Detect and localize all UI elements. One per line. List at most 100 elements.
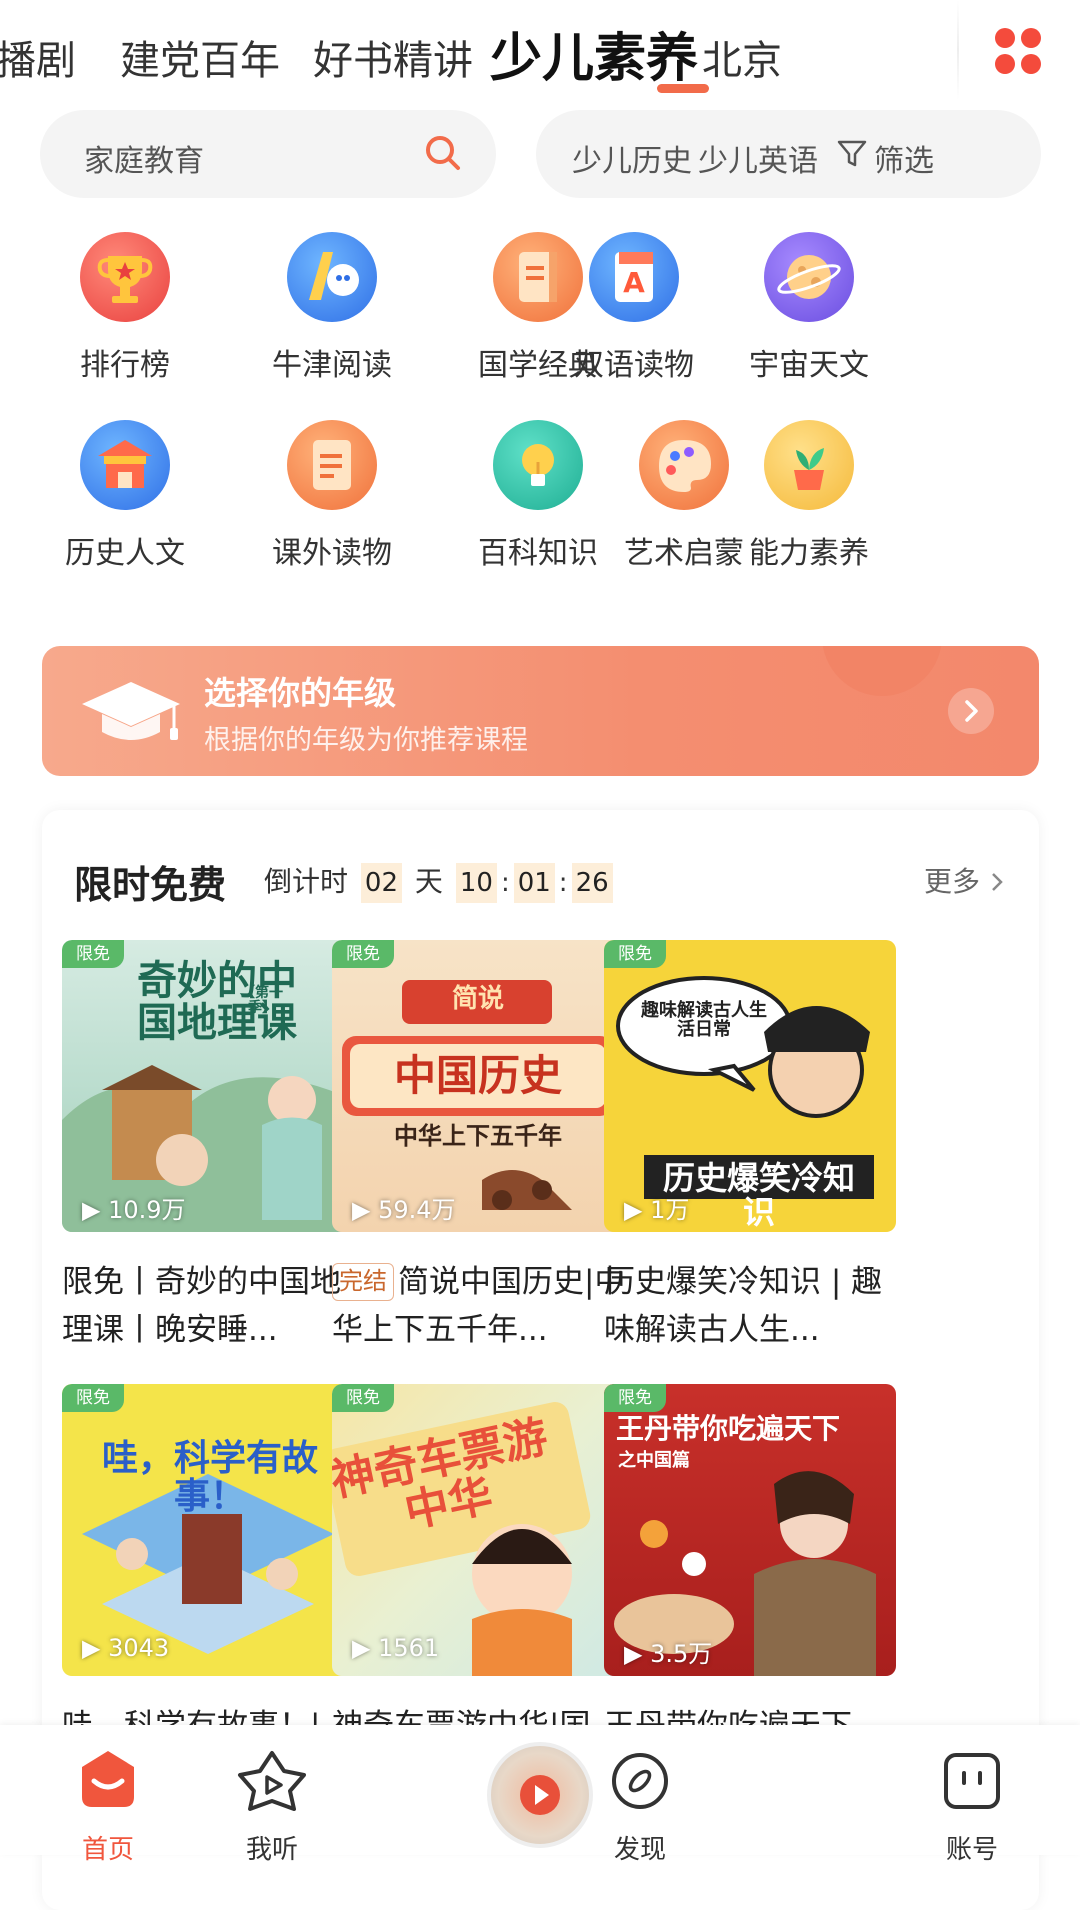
quick-filter-bar: 少儿历史 少儿英语 筛选 — [536, 110, 1041, 198]
nav-my-listening-label: 我听 — [245, 1835, 298, 1865]
play-count-value: 59.4万 — [378, 1196, 456, 1224]
category-oxford-reading[interactable]: 牛津阅读 — [237, 228, 427, 388]
play-count-value: 1万 — [650, 1196, 690, 1224]
grade-selection-banner[interactable]: 选择你的年级 根据你的年级为你推荐课程 — [42, 646, 1039, 776]
category-ability-literacy[interactable]: 能力素养 — [714, 416, 904, 576]
nav-discover-label: 发现 — [613, 1835, 666, 1865]
oxford-reading-icon — [287, 232, 377, 322]
course-title: 历史爆笑冷知识 | 趣味解读古人生... — [604, 1264, 883, 1348]
tab-kids-literacy[interactable]: 少儿素养 — [490, 16, 698, 91]
cover-title: 中国历史 — [393, 1051, 562, 1100]
free-tag: 限免 — [332, 1384, 394, 1412]
countdown-seconds: 26 — [571, 863, 613, 903]
course-card-food-tour[interactable]: 王丹带你吃遍天下 之中国篇 限免 ▶ 3.5万 王丹带你吃遍天下 — [604, 1384, 896, 1744]
cover-title: 哇，科学有故事！ — [101, 1438, 318, 1517]
countdown-timer: 倒计时 02 天 10:01:26 — [264, 860, 617, 903]
countdown-separator: : — [500, 868, 510, 898]
tab-beijing[interactable]: 北京 — [702, 28, 782, 86]
tab-book-digest[interactable]: 好书精讲 — [313, 28, 473, 86]
graduation-cap-icon — [82, 682, 180, 740]
countdown-minutes: 01 — [513, 863, 555, 903]
bilingual-book-icon: A — [589, 232, 679, 322]
top-navigation: 播剧 建党百年 好书精讲 少儿素养 北京 — [0, 0, 1080, 100]
countdown-days: 02 — [360, 863, 403, 903]
tab-drama[interactable]: 播剧 — [0, 28, 76, 86]
course-cover: 简说 中国历史 中华上下五千年 限免 ▶ 59.4万 — [332, 940, 624, 1232]
nav-home[interactable]: 首页 — [48, 1745, 168, 1865]
play-count-value: 10.9万 — [108, 1196, 186, 1224]
all-channels-grid-icon[interactable] — [995, 28, 1041, 74]
play-icon — [520, 1775, 560, 1815]
chevron-right-icon[interactable] — [948, 688, 994, 734]
notebook-icon — [287, 420, 377, 510]
palace-icon — [80, 420, 170, 510]
countdown-separator: : — [558, 868, 568, 898]
course-title: 完结 简说中国历史|中华上下五千年... — [332, 1258, 632, 1354]
play-count-value: 3.5万 — [650, 1640, 713, 1668]
filter-icon[interactable] — [836, 138, 868, 170]
cover-top-text: 简说 — [451, 984, 504, 1014]
category-grid: 排行榜 牛津阅读 国学经典 A 双语读物 宇宙天文 历史人文 课外读物 百科知识… — [0, 228, 1080, 598]
svg-text:A: A — [623, 266, 645, 299]
quick-filter-kids-english[interactable]: 少儿英语 — [698, 136, 818, 180]
category-ranking[interactable]: 排行榜 — [30, 228, 220, 388]
course-card-chinese-history[interactable]: 简说 中国历史 中华上下五千年 限免 ▶ 59.4万 完结 简说中国历史|中华上下… — [332, 940, 625, 1348]
active-tab-indicator — [657, 84, 709, 93]
nav-home-label: 首页 — [81, 1835, 134, 1865]
chevron-right-icon — [992, 873, 1003, 891]
nav-discover[interactable]: 发现 — [580, 1745, 700, 1865]
channel-tabs: 播剧 建党百年 好书精讲 少儿素养 北京 — [0, 0, 960, 100]
discover-icon — [612, 1753, 668, 1809]
category-label: 牛津阅读 — [272, 348, 392, 383]
course-card-history-jokes[interactable]: 趣味解读古人生活日常 历史爆笑冷知识 限免 ▶ 1万 历史爆笑冷知识 | 趣味解… — [604, 940, 896, 1348]
nav-account[interactable]: 账号 — [912, 1745, 1032, 1865]
free-tag: 限免 — [62, 1384, 124, 1412]
trophy-icon — [80, 232, 170, 322]
category-label: 排行榜 — [80, 348, 170, 383]
cover-title: 王丹带你吃遍天下 — [616, 1412, 841, 1445]
search-input[interactable]: 家庭教育 — [40, 110, 496, 198]
countdown-label: 倒计时 — [264, 865, 349, 898]
category-label: 历史人文 — [65, 536, 185, 571]
cover-subtitle: 中华上下五千年 — [394, 1122, 562, 1150]
more-link[interactable]: 更多 — [924, 860, 1005, 900]
nav-my-listening[interactable]: 我听 — [212, 1745, 332, 1865]
search-icon[interactable] — [424, 134, 462, 172]
search-placeholder: 家庭教育 — [84, 144, 204, 179]
course-card-geography[interactable]: 奇妙的中国地理课 【第一季】 限免 ▶ 10.9万 限免丨奇妙的中国地理课丨晚安… — [62, 940, 354, 1348]
category-bilingual-books[interactable]: A 双语读物 — [539, 228, 729, 388]
bottom-navigation: 首页 我听 发现 账号 — [0, 1725, 1080, 1865]
cover-subtitle: 【第一季】 — [241, 985, 283, 1016]
countdown-day-unit: 天 — [414, 865, 443, 898]
tab-party-centenary[interactable]: 建党百年 — [120, 28, 280, 86]
banner-decoration — [822, 646, 942, 696]
lightbulb-icon — [493, 420, 583, 510]
banner-title: 选择你的年级 — [204, 674, 397, 712]
category-label: 课外读物 — [272, 536, 392, 571]
category-astronomy[interactable]: 宇宙天文 — [714, 228, 904, 388]
play-count: ▶ 1万 — [624, 1196, 690, 1224]
course-cover: 哇，科学有故事！ 限免 ▶ 3043 — [62, 1384, 354, 1676]
course-cover: 奇妙的中国地理课 【第一季】 限免 ▶ 10.9万 — [62, 940, 354, 1232]
play-count: ▶ 10.9万 — [82, 1196, 186, 1224]
course-cover: 趣味解读古人生活日常 历史爆笑冷知识 限免 ▶ 1万 — [604, 940, 896, 1232]
play-count-value: 3043 — [108, 1634, 170, 1662]
now-playing-disc[interactable] — [487, 1742, 593, 1848]
course-card-magic-ticket[interactable]: 神奇车票游中华 限免 ▶ 1561 神奇车票游中华|国 — [332, 1384, 624, 1744]
category-extracurricular[interactable]: 课外读物 — [237, 416, 427, 576]
divider — [957, 0, 959, 100]
quick-filter-kids-history[interactable]: 少儿历史 — [572, 136, 692, 180]
home-icon — [82, 1751, 134, 1807]
more-label: 更多 — [924, 865, 981, 898]
course-card-science-stories[interactable]: 哇，科学有故事！ 限免 ▶ 3043 哇，科学有故事！| — [62, 1384, 354, 1744]
planet-icon — [764, 232, 854, 322]
course-cover: 神奇车票游中华 限免 ▶ 1561 — [332, 1384, 624, 1676]
free-tag: 限免 — [604, 1384, 666, 1412]
cover-subtitle: 之中国篇 — [618, 1450, 690, 1471]
free-tag: 限免 — [62, 940, 124, 968]
category-history-culture[interactable]: 历史人文 — [30, 416, 220, 576]
play-count: ▶ 59.4万 — [352, 1196, 456, 1224]
filter-button-label[interactable]: 筛选 — [874, 136, 934, 180]
free-tag: 限免 — [332, 940, 394, 968]
play-count: ▶ 3.5万 — [624, 1640, 713, 1668]
